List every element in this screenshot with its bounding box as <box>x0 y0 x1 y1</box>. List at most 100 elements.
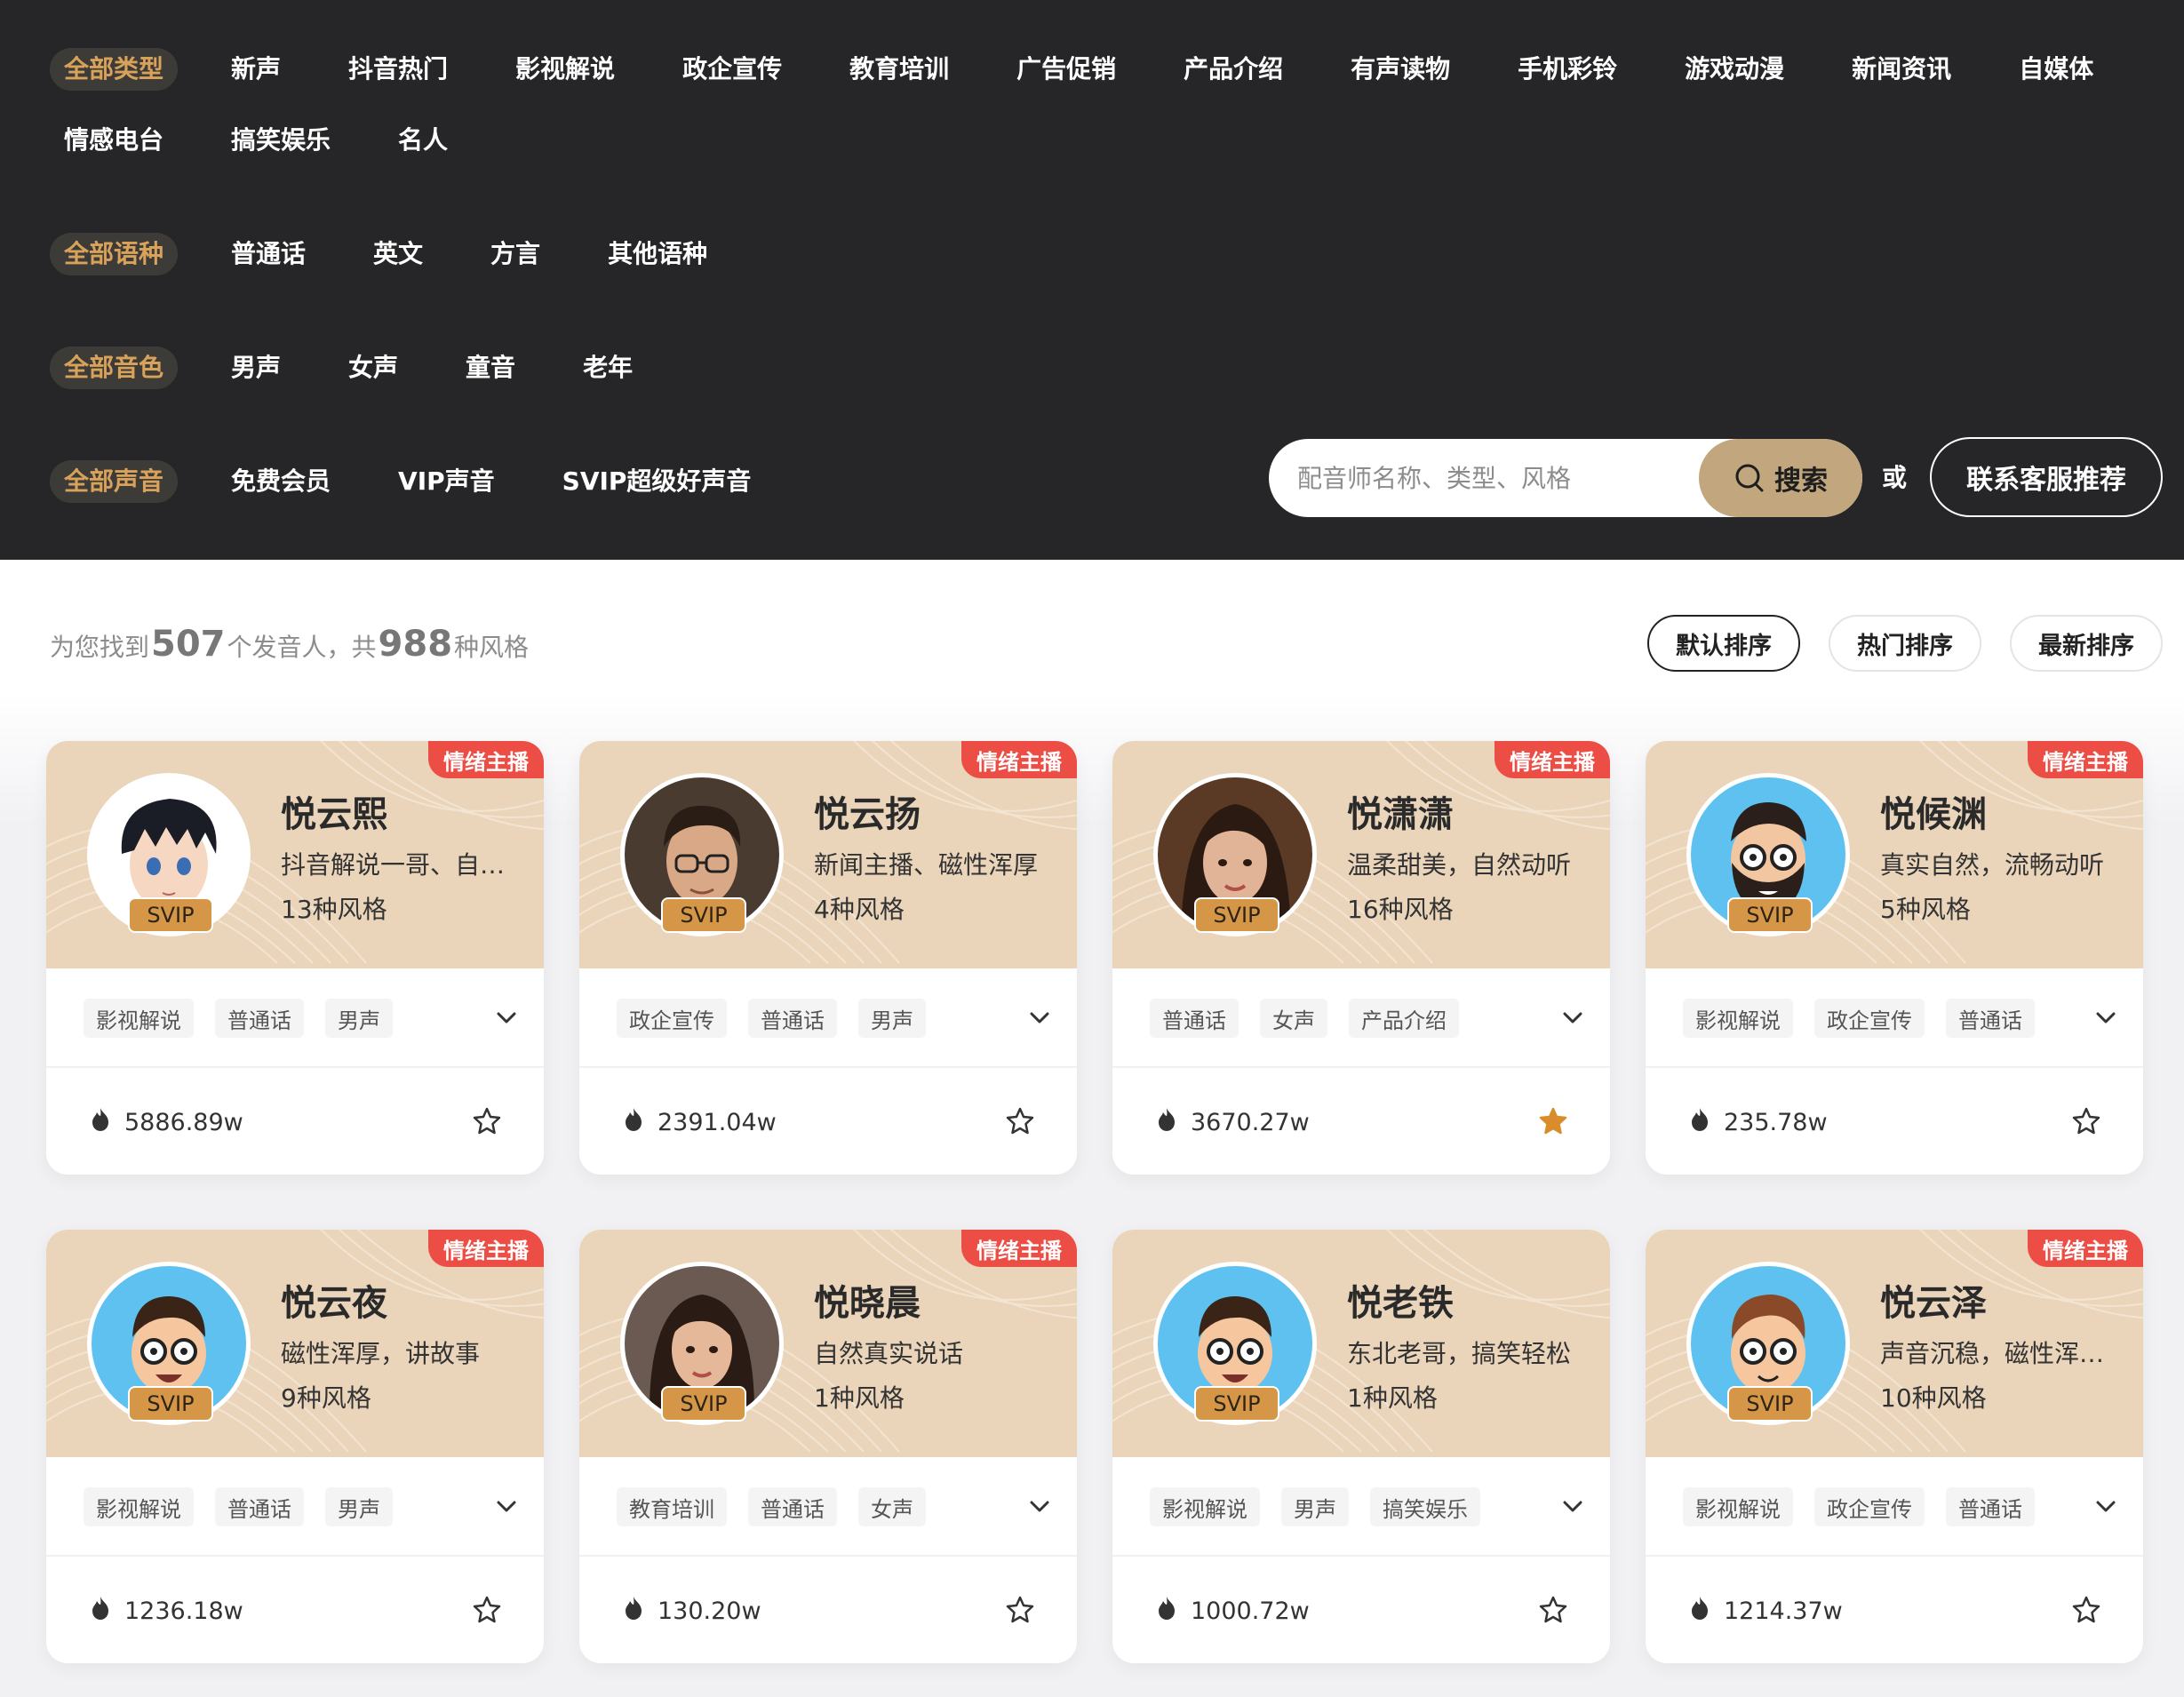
contact-service-button[interactable]: 联系客服推荐 <box>1930 437 2163 517</box>
favorite-star-icon[interactable] <box>469 1592 505 1628</box>
voice-card[interactable]: 情绪主播 SVIP 悦晓晨 自然真实说话 1种风格 教育培训 普通话 女声 130.… <box>579 1230 1077 1663</box>
voice-tag: 搞笑娱乐 <box>1370 1487 1480 1526</box>
chevron-down-icon[interactable] <box>1557 1002 1589 1034</box>
filter-option[interactable]: 政企宣传 <box>668 48 796 91</box>
filter-option[interactable]: 全部声音 <box>50 460 179 503</box>
filter-option[interactable]: 英文 <box>359 233 437 275</box>
favorite-star-icon[interactable] <box>1535 1103 1571 1139</box>
sort-newest-button[interactable]: 最新排序 <box>2010 615 2163 672</box>
category-filter-row: 全部类型 新声 抖音热门 影视解说 政企宣传 教育培训 广告促销 产品介绍 有声读物 手机彩铃 游戏… <box>50 48 2147 91</box>
favorite-star-icon[interactable] <box>1002 1103 1038 1139</box>
chevron-down-icon[interactable] <box>2090 1002 2122 1034</box>
filter-option[interactable]: 产品介绍 <box>1169 48 1297 91</box>
voice-description: 新闻主播、磁性浑厚 <box>814 850 1039 880</box>
filter-option[interactable]: 游戏动漫 <box>1670 48 1798 91</box>
chevron-down-icon[interactable] <box>1024 1491 1056 1523</box>
svip-badge: SVIP <box>1727 1386 1813 1422</box>
voice-card[interactable]: SVIP 悦老铁 东北老哥，搞笑轻松 1种风格 影视解说 男声 搞笑娱乐 1000.… <box>1112 1230 1610 1663</box>
sort-popular-button[interactable]: 热门排序 <box>1829 615 1981 672</box>
filter-option[interactable]: 全部语种 <box>50 233 179 275</box>
svip-badge: SVIP <box>128 897 213 933</box>
voice-card[interactable]: 情绪主播 SVIP 悦潇潇 温柔甜美，自然动听 16种风格 普通话 女声 产品介绍 … <box>1112 741 1610 1175</box>
filter-option[interactable]: 其他语种 <box>594 233 721 275</box>
voice-tag: 女声 <box>858 1487 926 1526</box>
voice-tag: 影视解说 <box>1150 1487 1260 1526</box>
voice-name: 悦云泽 <box>1880 1283 1987 1324</box>
filter-option[interactable]: 有声读物 <box>1336 48 1464 91</box>
voice-description: 自然真实说话 <box>814 1339 964 1368</box>
play-count: 130.20w <box>622 1596 761 1627</box>
play-count-value: 235.78w <box>1724 1109 1828 1136</box>
language-filter-row: 全部语种 普通话 英文 方言 其他语种 <box>50 233 761 275</box>
chevron-down-icon[interactable] <box>490 1002 522 1034</box>
filter-option[interactable]: VIP声音 <box>384 460 509 503</box>
voice-tags: 教育培训 普通话 女声 <box>617 1487 947 1526</box>
voice-card[interactable]: 情绪主播 SVIP 悦云扬 新闻主播、磁性浑厚 4种风格 政企宣传 普通话 男声 2… <box>579 741 1077 1175</box>
card-header: 情绪主播 SVIP 悦候渊 真实自然，流畅动听 5种风格 <box>1646 741 2143 968</box>
sort-default-button[interactable]: 默认排序 <box>1647 615 1800 672</box>
voice-card[interactable]: 情绪主播 SVIP 悦云泽 声音沉稳，磁性浑… 10种风格 影视解说 政企宣传 普通… <box>1646 1230 2143 1663</box>
play-count-value: 1214.37w <box>1724 1597 1843 1625</box>
filter-option[interactable]: 老年 <box>569 347 647 389</box>
emotion-anchor-badge: 情绪主播 <box>428 1230 544 1267</box>
card-header: 情绪主播 SVIP 悦云泽 声音沉稳，磁性浑… 10种风格 <box>1646 1230 2143 1457</box>
filter-option[interactable]: 方言 <box>476 233 554 275</box>
divider <box>1112 1066 1610 1068</box>
filter-option[interactable]: 自媒体 <box>2005 48 2108 91</box>
chevron-down-icon[interactable] <box>1024 1002 1056 1034</box>
favorite-star-icon[interactable] <box>2068 1103 2104 1139</box>
card-header: 情绪主播 SVIP 悦云夜 磁性浑厚，讲故事 9种风格 <box>46 1230 544 1457</box>
style-count: 16种风格 <box>1347 895 1454 924</box>
divider <box>46 1555 544 1557</box>
voice-tag: 政企宣传 <box>617 999 727 1038</box>
voice-tags: 普通话 女声 产品介绍 <box>1150 999 1480 1038</box>
filter-option[interactable]: 全部音色 <box>50 347 179 389</box>
favorite-star-icon[interactable] <box>1002 1592 1038 1628</box>
timbre-filter-row: 全部音色 男声 女声 童音 老年 <box>50 347 686 389</box>
voice-card[interactable]: 情绪主播 SVIP 悦候渊 真实自然，流畅动听 5种风格 影视解说 政企宣传 普通话… <box>1646 741 2143 1175</box>
filter-option[interactable]: 搞笑娱乐 <box>217 119 345 162</box>
voice-tag: 普通话 <box>215 999 304 1038</box>
flame-icon <box>622 1107 658 1138</box>
filter-option[interactable]: 抖音热门 <box>334 48 462 91</box>
chevron-down-icon[interactable] <box>1557 1491 1589 1523</box>
filter-option[interactable]: 名人 <box>384 119 462 162</box>
chevron-down-icon[interactable] <box>2090 1491 2122 1523</box>
emotion-anchor-badge: 情绪主播 <box>2028 741 2143 778</box>
filter-option[interactable]: 新闻资讯 <box>1837 48 1965 91</box>
chevron-down-icon[interactable] <box>490 1491 522 1523</box>
filter-option[interactable]: SVIP超级好声音 <box>548 460 766 503</box>
search-button-label: 搜索 <box>1774 466 1828 497</box>
filter-option[interactable]: 普通话 <box>217 233 320 275</box>
filter-option[interactable]: 男声 <box>217 347 295 389</box>
voice-tags: 影视解说 政企宣传 普通话 <box>1683 999 2056 1038</box>
favorite-star-icon[interactable] <box>469 1103 505 1139</box>
voice-tag: 女声 <box>1260 999 1327 1038</box>
voice-tag: 男声 <box>325 999 393 1038</box>
filter-option[interactable]: 教育培训 <box>835 48 963 91</box>
filter-option[interactable]: 手机彩铃 <box>1503 48 1631 91</box>
voice-name: 悦云熙 <box>281 794 387 835</box>
filter-option[interactable]: 广告促销 <box>1002 48 1130 91</box>
filter-option[interactable]: 全部类型 <box>50 48 179 91</box>
emotion-anchor-badge: 情绪主播 <box>428 741 544 778</box>
filter-option[interactable]: 情感电台 <box>50 119 178 162</box>
voice-card[interactable]: 情绪主播 SVIP 悦云夜 磁性浑厚，讲故事 9种风格 影视解说 普通话 男声 12… <box>46 1230 544 1663</box>
filter-option[interactable]: 童音 <box>451 347 530 389</box>
filter-option[interactable]: 女声 <box>334 347 412 389</box>
search-input[interactable] <box>1297 439 1670 517</box>
speaker-count: 507 <box>151 624 226 665</box>
voice-card[interactable]: 情绪主播 SVIP 悦云熙 抖音解说一哥、自… 13种风格 影视解说 普通话 男声 … <box>46 741 544 1175</box>
voice-name: 悦潇潇 <box>1347 794 1454 835</box>
voice-name: 悦候渊 <box>1880 794 1987 835</box>
filter-option[interactable]: 免费会员 <box>217 460 345 503</box>
filter-option[interactable]: 新声 <box>217 48 295 91</box>
favorite-star-icon[interactable] <box>2068 1592 2104 1628</box>
voice-tag: 男声 <box>858 999 926 1038</box>
search-button[interactable]: 搜索 <box>1699 439 1862 517</box>
favorite-star-icon[interactable] <box>1535 1592 1571 1628</box>
flame-icon <box>89 1596 124 1627</box>
play-count: 1214.37w <box>1688 1596 1843 1627</box>
voice-tag: 普通话 <box>748 1487 837 1526</box>
filter-option[interactable]: 影视解说 <box>501 48 629 91</box>
